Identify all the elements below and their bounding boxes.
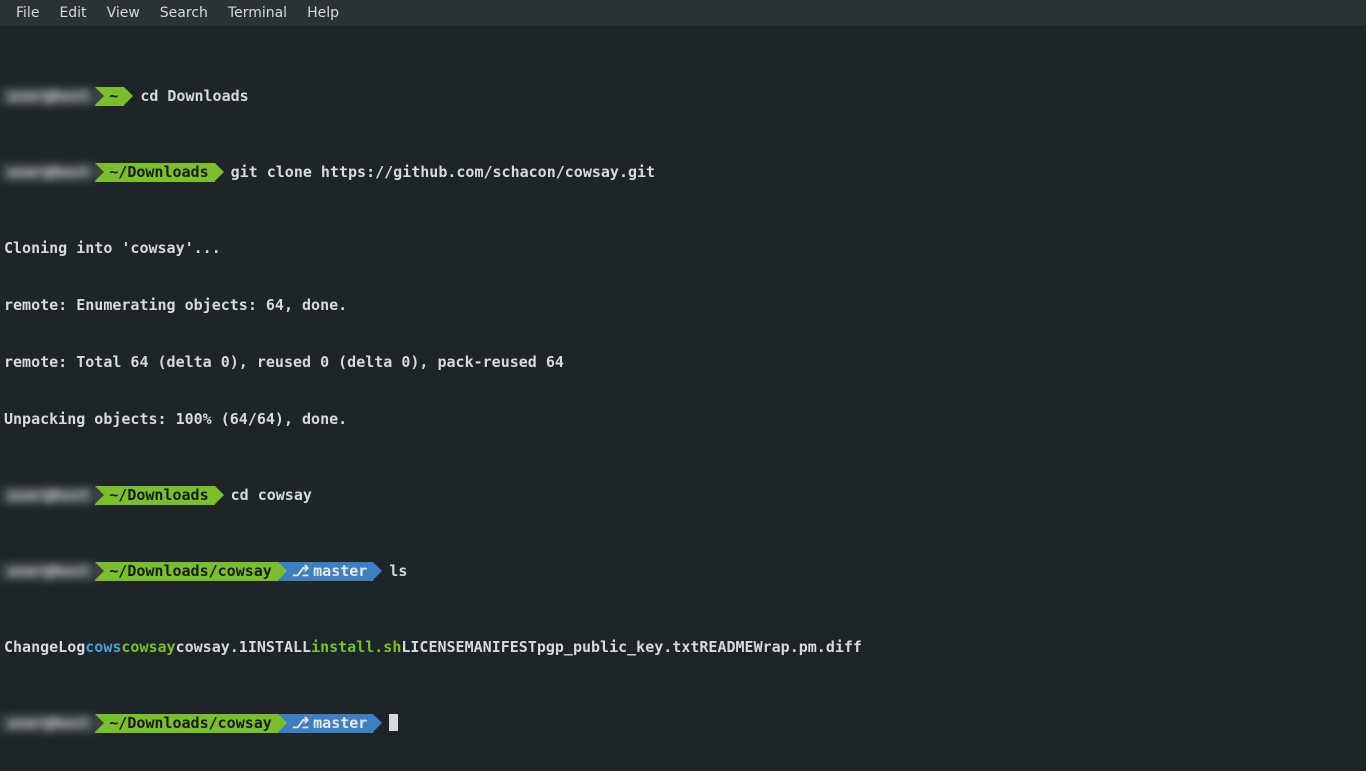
ls-entry: Wrap.pm.diff <box>754 638 862 657</box>
output-line: Unpacking objects: 100% (64/64), done. <box>0 410 1366 429</box>
ls-entry: LICENSE <box>401 638 464 657</box>
prompt-user-seg: user@host <box>0 562 95 581</box>
git-branch-icon: ⎇ <box>292 562 309 581</box>
prompt-user-seg: user@host <box>0 714 95 733</box>
ls-entry: pgp_public_key.txt <box>537 638 700 657</box>
ls-entry: cowsay.1 <box>176 638 248 657</box>
menu-help[interactable]: Help <box>297 1 349 25</box>
menubar: File Edit View Search Terminal Help <box>0 0 1366 26</box>
prompt-user-seg: user@host <box>0 163 95 182</box>
ls-entry: cows <box>85 638 121 657</box>
prompt-line: user@host ~/Downloads git clone https://… <box>0 163 1366 182</box>
output-line: Cloning into 'cowsay'... <box>0 239 1366 258</box>
menu-view[interactable]: View <box>97 1 150 25</box>
git-branch-icon: ⎇ <box>292 714 309 733</box>
ls-output-line: ChangeLog cows cowsay cowsay.1 INSTALL i… <box>0 638 1366 657</box>
ls-entry: MANIFEST <box>465 638 537 657</box>
menu-edit[interactable]: Edit <box>49 1 96 25</box>
ls-entry: README <box>699 638 753 657</box>
prompt-path-seg: ~ <box>95 87 124 106</box>
ls-entry: INSTALL <box>248 638 311 657</box>
ls-entry: install.sh <box>311 638 401 657</box>
menu-terminal[interactable]: Terminal <box>218 1 297 25</box>
prompt-line: user@host ~/Downloads cd cowsay <box>0 486 1366 505</box>
prompt-path-seg: ~/Downloads <box>95 163 214 182</box>
terminal-cursor <box>389 714 398 731</box>
ls-entry: ChangeLog <box>4 638 85 657</box>
prompt-command: cd Downloads <box>124 87 248 106</box>
prompt-command: git clone https://github.com/schacon/cow… <box>215 163 655 182</box>
prompt-command: cd cowsay <box>215 486 312 505</box>
output-line: remote: Total 64 (delta 0), reused 0 (de… <box>0 353 1366 372</box>
prompt-user-seg: user@host <box>0 87 95 106</box>
prompt-path-seg: ~/Downloads/cowsay <box>95 714 278 733</box>
prompt-path-seg: ~/Downloads/cowsay <box>95 562 278 581</box>
output-line: remote: Enumerating objects: 64, done. <box>0 296 1366 315</box>
ls-entry: cowsay <box>121 638 175 657</box>
prompt-path-seg: ~/Downloads <box>95 486 214 505</box>
terminal-output[interactable]: user@host ~ cd Downloads user@host ~/Dow… <box>0 26 1366 771</box>
prompt-line: user@host ~/Downloads/cowsay ⎇master <box>0 714 1366 733</box>
prompt-user-seg: user@host <box>0 486 95 505</box>
menu-file[interactable]: File <box>6 1 49 25</box>
menu-search[interactable]: Search <box>150 1 218 25</box>
prompt-branch-seg: ⎇master <box>278 562 373 581</box>
prompt-branch-seg: ⎇master <box>278 714 373 733</box>
prompt-line: user@host ~ cd Downloads <box>0 87 1366 106</box>
prompt-line: user@host ~/Downloads/cowsay ⎇master ls <box>0 562 1366 581</box>
